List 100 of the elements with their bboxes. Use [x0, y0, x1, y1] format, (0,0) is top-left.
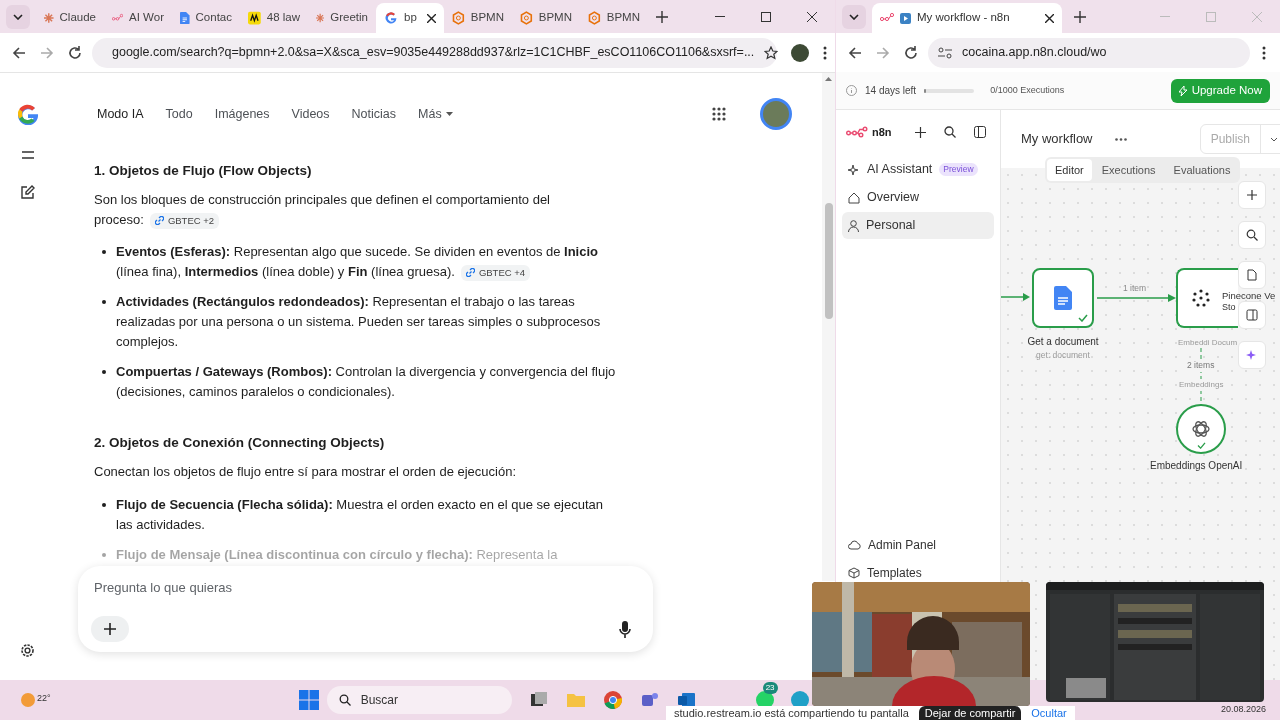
sticky-note-button[interactable] [1238, 261, 1266, 289]
search-nav-tab[interactable]: Imágenes [214, 104, 270, 124]
star-icon[interactable] [764, 45, 779, 60]
browser-tab[interactable]: AI Wor [104, 3, 172, 33]
document-node[interactable] [1032, 268, 1094, 328]
apps-grid-icon[interactable] [712, 107, 726, 121]
source-chip[interactable]: GBTEC +2 [149, 212, 220, 229]
search-nav-tab[interactable]: Videos [291, 104, 330, 124]
workflow-tab[interactable]: Executions [1093, 159, 1164, 181]
google-logo-icon[interactable] [16, 103, 39, 125]
link-icon [465, 268, 475, 278]
more-icon[interactable] [1262, 45, 1266, 60]
more-icon[interactable] [823, 45, 827, 60]
menu-icon[interactable] [21, 151, 34, 159]
scrollbar-thumb[interactable] [824, 203, 833, 319]
search-button[interactable] [1238, 221, 1266, 249]
browser-tab[interactable]: Claude [36, 3, 104, 33]
browser-tab[interactable]: BPMN [444, 3, 512, 33]
edit-icon[interactable] [20, 185, 35, 200]
hide-link[interactable]: Ocultar [1031, 707, 1067, 720]
plus-icon [1246, 189, 1258, 201]
new-tab-icon[interactable] [1074, 10, 1086, 23]
site-settings-icon[interactable] [938, 46, 952, 59]
microphone-icon[interactable] [619, 620, 631, 638]
browser-tab[interactable]: BPMN [512, 3, 580, 33]
panel-button[interactable] [1238, 301, 1266, 329]
section-heading: 2. Objetos de Conexión (Connecting Objects) [94, 434, 386, 452]
hexagon-icon [452, 11, 465, 25]
add-button[interactable] [1238, 181, 1266, 209]
note-icon [1246, 269, 1258, 281]
reload-icon[interactable] [67, 44, 83, 61]
reload-icon[interactable] [903, 44, 919, 61]
browser-tab[interactable]: My workflow - n8n [872, 3, 1062, 33]
profile-avatar[interactable] [791, 43, 809, 62]
taskbar-search-field[interactable]: Buscar [326, 686, 512, 714]
tab-title: AI Wor [129, 10, 164, 26]
ai-button[interactable] [1238, 341, 1266, 369]
scroll-up-icon[interactable] [825, 77, 832, 81]
hexagon-icon [588, 11, 601, 25]
panel-icon [1246, 309, 1258, 321]
scrollbar[interactable] [822, 73, 835, 581]
close-icon[interactable] [1045, 13, 1054, 23]
settings-icon[interactable] [20, 643, 35, 658]
tab-search-button[interactable] [842, 4, 866, 29]
forward-icon[interactable] [875, 44, 891, 61]
box-icon [848, 567, 860, 579]
search-icon[interactable] [944, 126, 956, 138]
plus-icon[interactable] [915, 126, 926, 138]
embeddings-node[interactable] [1176, 404, 1226, 454]
address-bar[interactable]: google.com/search?q=bpmn+2.0&sa=X&sca_esv=9035e449288dd937&rlz=1C1CHBF_esCO1106CO1106&sxsrf=... [92, 37, 777, 68]
user-icon [848, 219, 859, 232]
minimize-icon [715, 16, 725, 17]
back-icon[interactable] [11, 44, 27, 61]
chevron-down-icon [849, 13, 859, 20]
workflow-tab[interactable]: Evaluations [1165, 159, 1239, 181]
search-nav-tab[interactable]: Más [418, 104, 442, 124]
n8n-logo-icon [846, 126, 868, 138]
source-chip[interactable]: GBTEC +4 [460, 264, 531, 281]
close-icon[interactable] [427, 13, 436, 23]
sidebar-item[interactable]: Admin Panel [842, 537, 994, 553]
openai-icon [1191, 419, 1211, 439]
browser-tab[interactable]: Greetin [308, 3, 376, 33]
more-icon[interactable] [1114, 137, 1127, 141]
new-tab-icon[interactable] [656, 10, 668, 23]
search-nav-tab[interactable]: Modo IA [97, 104, 144, 124]
browser-tab[interactable]: BPMN [580, 3, 648, 33]
browser-tab[interactable]: Contac [172, 3, 240, 33]
minimize-icon [1160, 16, 1170, 17]
cloud-icon [848, 540, 861, 550]
chat-input-box[interactable]: Pregunta lo que quieras [78, 566, 653, 652]
node-subtitle: get: document [1036, 349, 1090, 362]
address-bar[interactable]: cocaina.app.n8n.cloud/wo [928, 37, 1250, 68]
info-icon [846, 85, 857, 96]
chrome-icon[interactable] [602, 690, 623, 710]
sidebar-item[interactable]: Templates [842, 565, 994, 581]
workflow-tab[interactable]: Editor [1047, 159, 1092, 181]
check-icon [1078, 314, 1088, 322]
executions-count: 0/1000 Executions [990, 83, 1065, 97]
sidebar-item[interactable]: Personal [842, 212, 994, 239]
sidebar-item[interactable]: Overview [842, 184, 994, 211]
search-nav-tab[interactable]: Todo [165, 104, 193, 124]
chat-input-field[interactable]: Pregunta lo que quieras [94, 578, 637, 598]
add-button[interactable] [91, 616, 129, 642]
tab-search-button[interactable] [6, 4, 30, 29]
workflow-title[interactable]: My workflow [1021, 129, 1093, 149]
node-title: Pinecone Ve [1222, 290, 1276, 301]
sidebar-item[interactable]: AI Assistant Preview [842, 156, 994, 183]
forward-icon[interactable] [39, 44, 55, 61]
account-avatar[interactable] [760, 98, 792, 130]
sidebar-toggle-icon[interactable] [974, 126, 986, 138]
search-placeholder: Buscar [360, 692, 398, 709]
browser-tab[interactable]: 48 law [240, 3, 308, 33]
back-icon[interactable] [847, 44, 863, 61]
stop-sharing-button[interactable]: Dejar de compartir [918, 706, 1022, 720]
search-icon [1246, 229, 1258, 241]
browser-tab[interactable]: bp [376, 3, 444, 33]
start-icon[interactable] [298, 690, 319, 710]
bullet-text: Compuertas / Gateways (Rombos): Controlan la divergencia y convergencia del flujo (decisiones, caminos paralelos o condicionales). [116, 363, 617, 401]
search-nav-tab[interactable]: Noticias [351, 104, 397, 124]
tab-title: Greetin [330, 10, 368, 26]
